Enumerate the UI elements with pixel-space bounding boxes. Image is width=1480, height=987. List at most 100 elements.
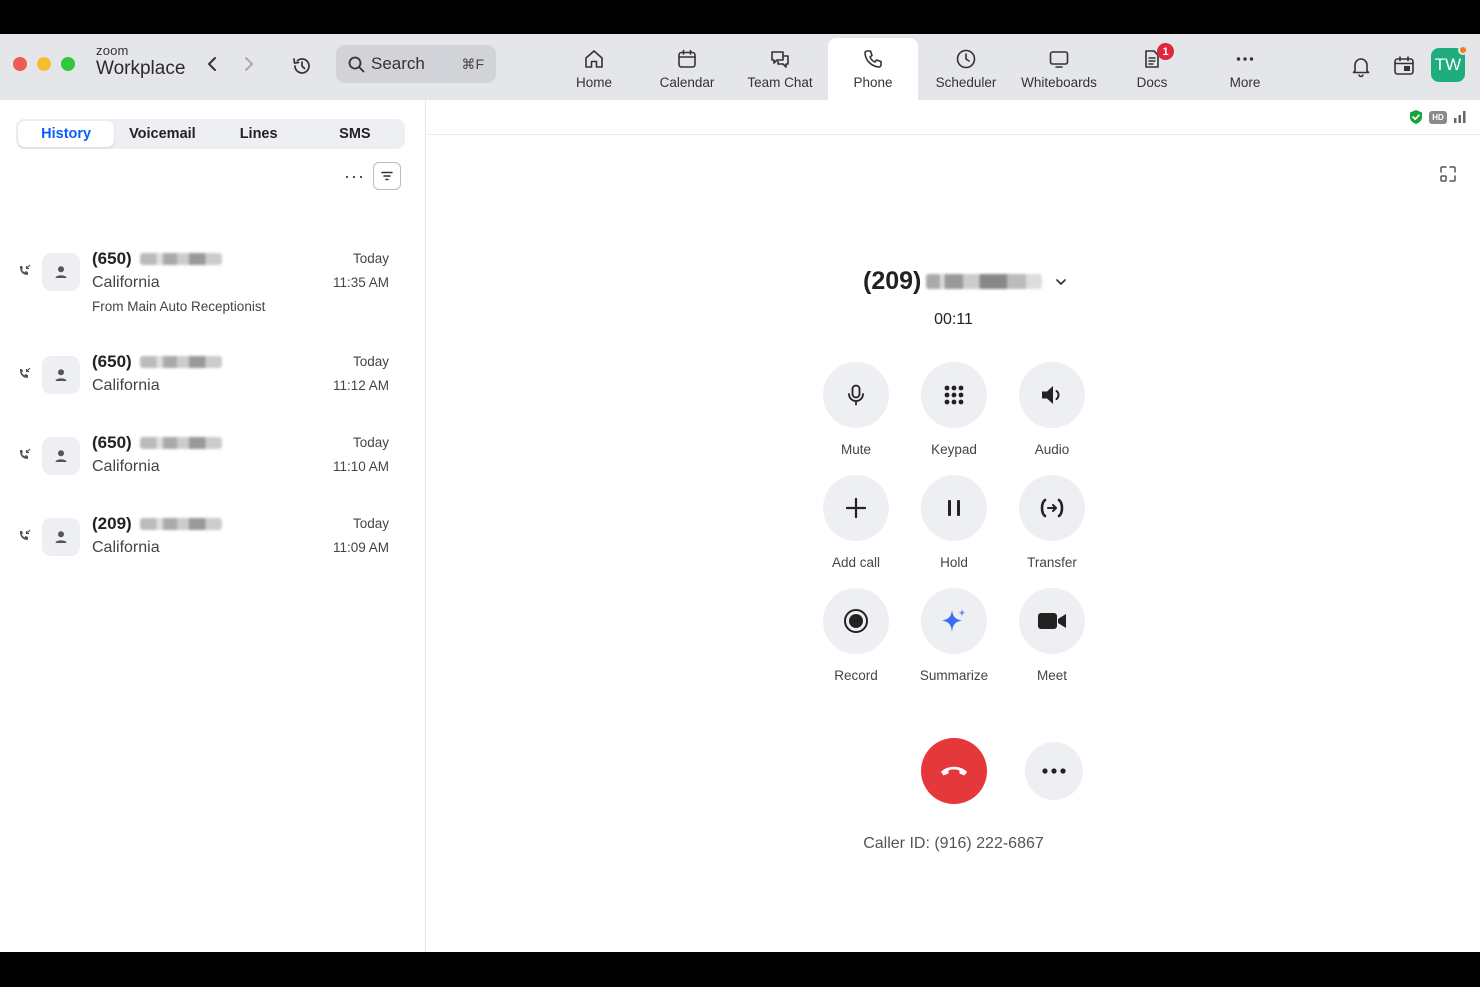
nav-tab-docs[interactable]: Docs 1 (1107, 38, 1197, 100)
end-call-button[interactable] (921, 738, 987, 804)
tab-sms[interactable]: SMS (307, 121, 403, 147)
history-day: Today (352, 251, 389, 266)
search-icon (348, 56, 365, 72)
nav-tab-more[interactable]: More (1200, 38, 1290, 100)
audio-button[interactable]: Audio (1012, 362, 1092, 457)
history-icon[interactable] (290, 54, 314, 78)
redacted-number (140, 518, 222, 530)
call-status-bar: HD (427, 100, 1480, 135)
phone-sidebar: History Voicemail Lines SMS ··· (650) Ca… (0, 100, 426, 952)
hold-button[interactable]: Hold (914, 475, 994, 570)
history-number: (650) (92, 352, 132, 371)
incoming-call-icon (20, 529, 31, 540)
more-call-options-button[interactable] (1025, 742, 1083, 800)
back-arrow-icon[interactable] (202, 54, 222, 74)
nav-tab-label: Team Chat (747, 75, 813, 90)
nav-tab-label: Whiteboards (1021, 75, 1097, 90)
brand-name: Workplace (96, 58, 186, 79)
tab-voicemail[interactable]: Voicemail (114, 121, 210, 147)
meet-label: Meet (1036, 668, 1067, 683)
record-button[interactable]: Record (816, 588, 896, 683)
history-time: 11:10 AM (332, 459, 389, 474)
status-icons: HD (1408, 109, 1468, 125)
history-number: (650) (92, 249, 132, 268)
call-timer-text: 00:11 (934, 311, 973, 328)
mute-button[interactable]: Mute (816, 362, 896, 457)
keypad-button[interactable]: Keypad (914, 362, 994, 457)
tab-history[interactable]: History (18, 121, 115, 147)
history-location: California (92, 539, 160, 556)
calendar-widget-icon[interactable] (1392, 54, 1416, 78)
zoom-window: zoom Workplace Search ⌘F Home Calendar T… (0, 34, 1480, 952)
history-day: Today (352, 435, 389, 450)
tab-lines[interactable]: Lines (211, 121, 307, 147)
microphone-icon (848, 384, 864, 406)
history-time: 11:09 AM (332, 540, 389, 555)
search-shortcut: ⌘F (461, 55, 484, 72)
person-icon (55, 266, 67, 278)
filter-button[interactable] (373, 162, 401, 190)
call-panel: HD (209) 00:11 Mute Keypad Audio Add cal (427, 100, 1480, 952)
bell-icon[interactable] (1349, 54, 1373, 78)
history-day: Today (352, 354, 389, 369)
chat-icon (771, 51, 789, 68)
keypad-icon (944, 385, 964, 405)
nav-tab-team-chat[interactable]: Team Chat (735, 38, 825, 100)
history-location: California (92, 377, 160, 394)
history-number: (209) (92, 514, 132, 533)
meet-button[interactable]: Meet (1012, 588, 1092, 683)
close-window-button[interactable] (13, 57, 27, 71)
person-icon (55, 531, 67, 543)
ai-sparkle-icon (942, 609, 966, 632)
redacted-number (140, 437, 222, 449)
pause-icon (948, 500, 960, 516)
record-icon (844, 609, 868, 633)
transfer-label: Transfer (1027, 555, 1077, 570)
nav-tab-calendar[interactable]: Calendar (642, 38, 732, 100)
record-label: Record (834, 668, 878, 683)
caller-number-display[interactable]: (209) (863, 267, 1068, 296)
nav-tab-home[interactable]: Home (549, 38, 639, 100)
whiteboard-icon (1049, 51, 1069, 68)
status-dot (1458, 45, 1468, 55)
transfer-icon (1040, 498, 1064, 518)
nav-tab-label: Phone (853, 75, 893, 90)
nav-tab-label: Scheduler (935, 75, 997, 90)
clock-icon (956, 49, 976, 69)
person-icon (55, 369, 67, 381)
nav-tab-whiteboards[interactable]: Whiteboards (1014, 38, 1104, 100)
chevron-down-icon[interactable] (1054, 275, 1068, 289)
phone-icon (864, 50, 882, 68)
transfer-button[interactable]: Transfer (1012, 475, 1092, 570)
audio-label: Audio (1034, 442, 1070, 457)
pop-out-icon[interactable] (1438, 164, 1458, 184)
nav-tab-phone[interactable]: Phone (828, 38, 918, 100)
nav-tab-label: Home (575, 75, 612, 90)
history-day: Today (352, 516, 389, 531)
zoom-window-button[interactable] (61, 57, 75, 71)
minimize-window-button[interactable] (37, 57, 51, 71)
more-options-icon[interactable]: ··· (344, 166, 365, 187)
contact-avatar (42, 518, 80, 556)
hd-badge: HD (1429, 110, 1447, 124)
calendar-icon (678, 49, 696, 68)
caller-id-text: Caller ID: (916) 222-6867 (863, 835, 1044, 852)
mute-label: Mute (840, 442, 871, 457)
summarize-button[interactable]: Summarize (914, 588, 994, 683)
person-icon (55, 450, 67, 462)
search-label: Search (371, 54, 425, 73)
home-icon (585, 50, 603, 68)
avatar-initials: TW (1434, 55, 1462, 74)
contact-avatar (42, 437, 80, 475)
more-dots-icon (1042, 768, 1066, 774)
redacted-number (140, 356, 222, 368)
keypad-label: Keypad (931, 442, 977, 457)
caller-number: (209) (863, 267, 922, 295)
forward-arrow-icon[interactable] (239, 54, 259, 74)
history-time: 11:35 AM (332, 275, 389, 290)
nav-tab-scheduler[interactable]: Scheduler (921, 38, 1011, 100)
app-logo: zoom Workplace (96, 44, 185, 80)
search-bar[interactable]: Search ⌘F (336, 45, 496, 83)
add-call-button[interactable]: Add call (816, 475, 896, 570)
redacted-number (926, 274, 1043, 289)
